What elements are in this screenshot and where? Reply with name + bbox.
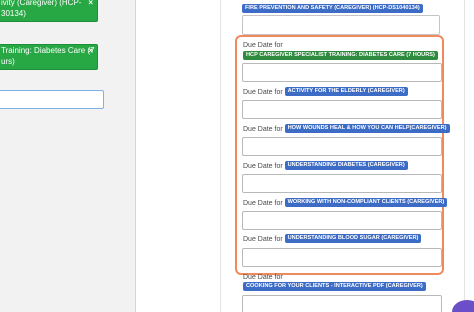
panel-divider bbox=[135, 0, 136, 312]
due-date-input[interactable] bbox=[242, 137, 442, 156]
due-date-input[interactable] bbox=[242, 174, 442, 193]
due-date-label: Due Date for ACTIVITY FOR THE ELDERLY (C… bbox=[243, 87, 408, 97]
due-date-input[interactable] bbox=[242, 295, 442, 312]
chip-label-line2: urs) bbox=[1, 57, 15, 66]
course-badge: FIRE PREVENTION AND SAFETY (CAREGIVER) (… bbox=[242, 4, 423, 13]
due-date-prefix: Due Date for bbox=[243, 42, 283, 49]
course-badge: COOKING FOR YOUR CLIENTS - INTERACTIVE P… bbox=[243, 282, 426, 291]
due-date-input[interactable] bbox=[242, 100, 442, 119]
due-date-input[interactable] bbox=[242, 211, 442, 230]
due-date-label: COOKING FOR YOUR CLIENTS - INTERACTIVE P… bbox=[243, 282, 426, 292]
selected-course-chip: ivity (Caregiver) (HCP- 30134) × bbox=[0, 0, 98, 22]
due-date-prefix: Due Date for bbox=[243, 200, 283, 207]
course-badge: UNDERSTANDING DIABETES (CAREGIVER) bbox=[284, 161, 408, 170]
due-date-label: Due Date for UNDERSTANDING DIABETES (CAR… bbox=[243, 161, 408, 171]
chip-label-line1: Training: Diabetes Care (7 bbox=[1, 46, 95, 55]
due-date-label: Due Date for bbox=[243, 273, 283, 282]
course-badge: ACTIVITY FOR THE ELDERLY (CAREGIVER) bbox=[284, 87, 408, 96]
selected-course-chip: Training: Diabetes Care (7 urs) × bbox=[0, 44, 98, 70]
course-badge: HCP CAREGIVER SPECIALIST TRAINING: DIABE… bbox=[243, 51, 438, 60]
due-date-prefix: Due Date for bbox=[243, 163, 283, 170]
chip-remove-icon[interactable]: × bbox=[88, 0, 93, 8]
course-badge: UNDERSTANDING BLOOD SUGAR (CAREGIVER) bbox=[284, 234, 422, 243]
due-date-input[interactable] bbox=[242, 248, 442, 267]
chip-label-line1: ivity (Caregiver) (HCP- bbox=[1, 0, 82, 7]
due-date-label: Due Date for HOW WOUNDS HEAL & HOW YOU C… bbox=[243, 124, 450, 134]
chip-label-line2: 30134) bbox=[1, 9, 26, 18]
course-badge: HOW WOUNDS HEAL & HOW YOU CAN HELP(CAREG… bbox=[284, 124, 450, 133]
due-date-label: Due Date for UNDERSTANDING BLOOD SUGAR (… bbox=[243, 234, 422, 244]
due-date-label: Due Date for bbox=[243, 41, 283, 50]
chip-remove-icon[interactable]: × bbox=[88, 45, 93, 56]
due-date-prefix: Due Date for bbox=[243, 274, 283, 281]
course-search-input[interactable] bbox=[0, 90, 104, 109]
due-date-label: HCP CAREGIVER SPECIALIST TRAINING: DIABE… bbox=[243, 51, 438, 61]
due-date-label: Due Date for WORKING WITH NON-COMPLIANT … bbox=[243, 198, 448, 208]
course-badge: WORKING WITH NON-COMPLIANT CLIENTS (CARE… bbox=[284, 198, 448, 207]
due-date-prefix: Due Date for bbox=[243, 89, 283, 96]
due-date-prefix: Due Date for bbox=[243, 236, 283, 243]
due-date-input[interactable] bbox=[242, 15, 440, 35]
due-date-input[interactable] bbox=[242, 63, 442, 82]
due-date-prefix: Due Date for bbox=[243, 126, 283, 133]
